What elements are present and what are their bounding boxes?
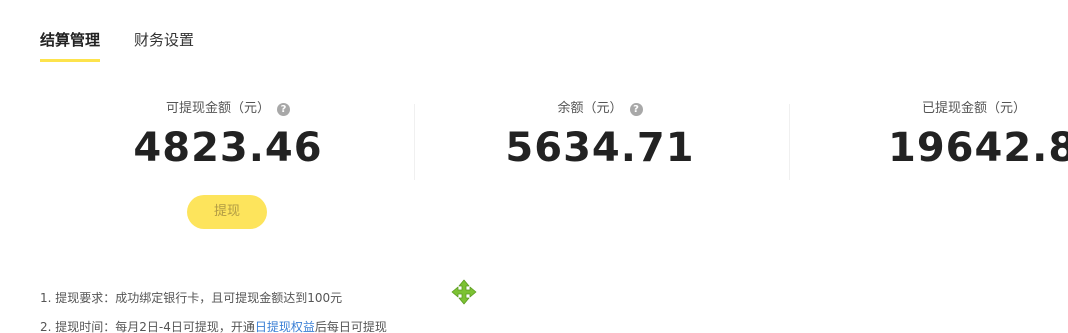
withdrawable-amount-label: 可提现金额（元） bbox=[165, 101, 270, 116]
question-circle-icon[interactable]: ? bbox=[277, 102, 290, 116]
move-arrows-icon[interactable] bbox=[451, 279, 477, 305]
stat-divider bbox=[414, 104, 415, 180]
withdrawable-amount-value: 4823.46 bbox=[133, 125, 323, 171]
balance-stat: 余额（元） ? 5634.71 bbox=[500, 98, 700, 176]
stat-divider bbox=[789, 104, 790, 180]
note-withdraw-time: 2. 提现时间：每月2日-4日可提现，开通日提现权益后每日可提现 bbox=[40, 313, 387, 333]
balance-label: 余额（元） bbox=[557, 101, 623, 116]
withdraw-notes: 1. 提现要求：成功绑定银行卡，且可提现金额达到100元 2. 提现时间：每月2… bbox=[40, 284, 387, 333]
note-requirement: 1. 提现要求：成功绑定银行卡，且可提现金额达到100元 bbox=[40, 291, 343, 305]
settlement-page: 结算管理 财务设置 可提现金额（元） ? 4823.46 余额（元） ? 563… bbox=[0, 0, 1068, 333]
withdrawable-amount-stat: 可提现金额（元） ? 4823.46 bbox=[128, 98, 328, 176]
balance-value: 5634.71 bbox=[505, 125, 695, 171]
question-circle-icon[interactable]: ? bbox=[629, 102, 643, 116]
withdrawn-amount-label-row: 已提现金额（元） bbox=[880, 98, 1068, 120]
withdrawable-amount-label-row: 可提现金额（元） ? bbox=[128, 98, 328, 120]
tab-bar: 结算管理 财务设置 bbox=[40, 28, 194, 64]
withdraw-button[interactable]: 提现 bbox=[187, 195, 267, 229]
tab-settlement-management[interactable]: 结算管理 bbox=[40, 28, 101, 62]
note-withdraw-time-prefix: 2. 提现时间：每月2日-4日可提现，开通 bbox=[40, 320, 255, 333]
withdrawn-amount-value: 19642.82 bbox=[888, 125, 1068, 171]
tab-finance-settings[interactable]: 财务设置 bbox=[134, 28, 194, 62]
daily-withdraw-rights-link[interactable]: 日提现权益 bbox=[255, 320, 315, 333]
note-withdraw-time-suffix: 后每日可提现 bbox=[314, 320, 387, 333]
withdrawn-amount-stat: 已提现金额（元） 19642.82 bbox=[880, 98, 1068, 176]
balance-label-row: 余额（元） ? bbox=[500, 98, 700, 120]
withdrawn-amount-label: 已提现金额（元） bbox=[922, 101, 1027, 116]
